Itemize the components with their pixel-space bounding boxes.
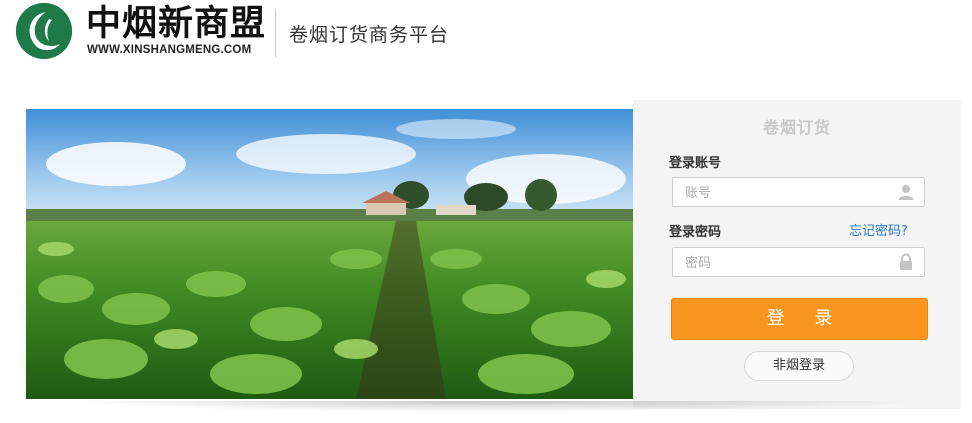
- password-input[interactable]: [683, 248, 887, 278]
- password-field[interactable]: [672, 247, 925, 278]
- login-button[interactable]: 登 录: [671, 298, 928, 340]
- header-divider: [275, 9, 276, 57]
- forgot-password-link[interactable]: 忘记密码?: [849, 220, 908, 239]
- login-title: 卷烟订货: [762, 118, 831, 137]
- user-icon: [898, 185, 914, 200]
- brand-logo-icon: [16, 3, 72, 59]
- panel-shadow: [36, 401, 956, 413]
- lock-icon: [900, 253, 912, 270]
- platform-name: 卷烟订货商务平台: [289, 24, 450, 46]
- non-tobacco-login-button[interactable]: 非烟登录: [744, 351, 854, 381]
- banner-image: [26, 109, 633, 399]
- account-label: 登录账号: [669, 156, 722, 171]
- password-label: 登录密码: [669, 225, 722, 240]
- account-field[interactable]: [672, 177, 925, 208]
- login-panel: 卷烟订货 登录账号 登录密码 忘记密码? 登 录 非烟登录: [633, 100, 961, 409]
- account-input[interactable]: [683, 178, 887, 208]
- brand-name: 中烟新商盟: [86, 4, 267, 44]
- brand-url: WWW.XINSHANGMENG.COM: [87, 44, 252, 56]
